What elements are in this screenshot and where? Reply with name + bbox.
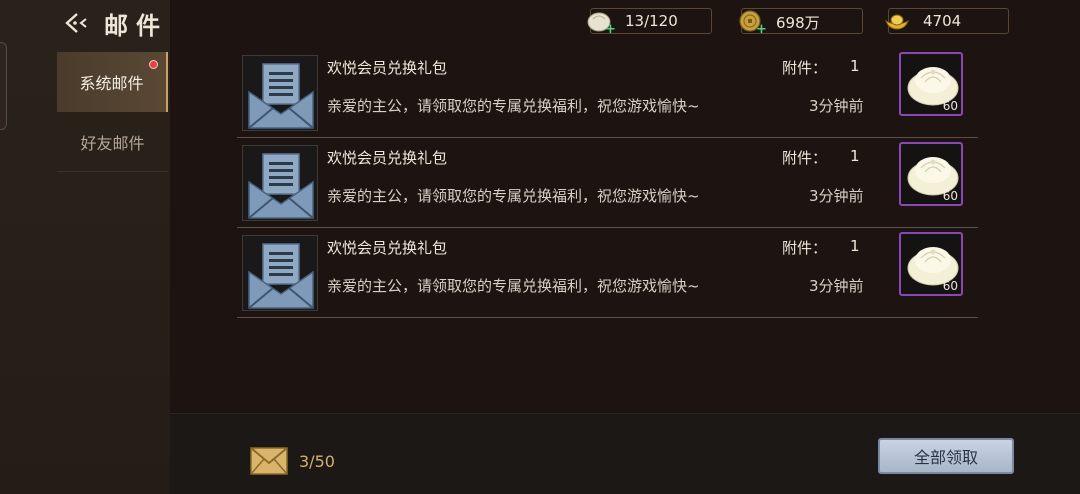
mail-timestamp: 3分钟前 <box>809 277 864 295</box>
attachment-label: 附件： <box>782 59 828 77</box>
resource-stamina[interactable]: + 13/120 <box>587 8 712 36</box>
envelope-icon <box>242 145 318 221</box>
mail-item[interactable]: 欢悦会员兑换礼包 亲爱的主公，请领取您的专属兑换福利，祝您游戏愉快~ 附件： 1… <box>237 138 978 228</box>
mail-subject: 欢悦会员兑换礼包 <box>327 59 448 77</box>
page-header: 邮件 <box>64 6 168 40</box>
envelope-icon <box>242 235 318 311</box>
attachment-count: 1 <box>850 237 860 255</box>
resource-value: 698万 <box>776 14 820 32</box>
attachment-item-slot[interactable]: 60 <box>899 52 963 116</box>
mail-subject: 欢悦会员兑换礼包 <box>327 149 448 167</box>
resource-copper[interactable]: + 698万 <box>739 8 863 36</box>
add-icon[interactable]: + <box>605 23 616 36</box>
notification-badge <box>149 60 158 69</box>
side-drawer-handle[interactable] <box>0 42 7 130</box>
claim-all-button[interactable]: 全部领取 <box>878 438 1014 474</box>
tab-label: 好友邮件 <box>80 133 145 153</box>
item-quantity: 60 <box>942 99 958 113</box>
resource-value: 13/120 <box>625 12 678 30</box>
item-quantity: 60 <box>942 279 958 293</box>
gold-ingot-icon <box>885 14 909 30</box>
attachment-label: 附件： <box>782 149 828 167</box>
add-icon[interactable]: + <box>756 23 767 36</box>
attachment-count: 1 <box>850 147 860 165</box>
attachment-item-slot[interactable]: 60 <box>899 142 963 206</box>
mail-timestamp: 3分钟前 <box>809 187 864 205</box>
mail-item[interactable]: 欢悦会员兑换礼包 亲爱的主公，请领取您的专属兑换福利，祝您游戏愉快~ 附件： 1… <box>237 48 978 138</box>
attachment-count: 1 <box>850 57 860 75</box>
envelope-icon <box>242 55 318 131</box>
tab-friend-mail[interactable]: 好友邮件 <box>57 112 168 172</box>
mailbox-capacity: 3/50 <box>299 452 335 471</box>
mail-subject: 欢悦会员兑换礼包 <box>327 239 448 257</box>
mail-preview: 亲爱的主公，请领取您的专属兑换福利，祝您游戏愉快~ <box>327 277 700 295</box>
attachment-label: 附件： <box>782 239 828 257</box>
back-arrow-icon[interactable] <box>64 11 90 35</box>
resource-gold[interactable]: 4704 <box>885 8 1009 34</box>
mail-item[interactable]: 欢悦会员兑换礼包 亲爱的主公，请领取您的专属兑换福利，祝您游戏愉快~ 附件： 1… <box>237 228 978 318</box>
attachment-item-slot[interactable]: 60 <box>899 232 963 296</box>
mail-timestamp: 3分钟前 <box>809 97 864 115</box>
item-quantity: 60 <box>942 189 958 203</box>
mail-envelope-icon <box>250 447 288 475</box>
tab-label: 系统邮件 <box>79 74 144 93</box>
page-title: 邮件 <box>104 10 168 40</box>
tab-system-mail[interactable]: 系统邮件 <box>57 52 168 112</box>
mail-preview: 亲爱的主公，请领取您的专属兑换福利，祝您游戏愉快~ <box>327 97 700 115</box>
resource-value: 4704 <box>923 12 962 30</box>
mail-preview: 亲爱的主公，请领取您的专属兑换福利，祝您游戏愉快~ <box>327 187 700 205</box>
